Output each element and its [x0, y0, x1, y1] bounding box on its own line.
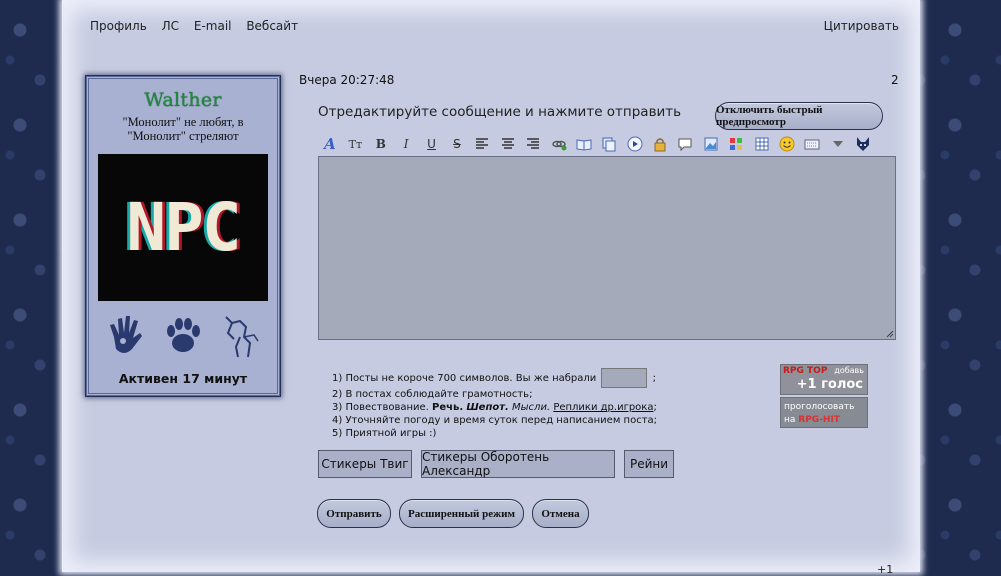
rpg-hit-banner[interactable]: проголосовать на RPG-HIT — [780, 397, 868, 428]
bold-icon[interactable]: B — [371, 135, 391, 153]
more-icon[interactable] — [828, 135, 848, 153]
advanced-mode-button[interactable]: Расширенный режим — [399, 499, 524, 528]
profile-card: Walther "Монолит" не любят, в "Монолит" … — [86, 76, 280, 396]
size-icon[interactable]: Tт — [345, 135, 365, 153]
italic-icon[interactable]: I — [396, 135, 416, 153]
edit-hint: Отредактируйте сообщение и нажмите отпра… — [318, 104, 682, 120]
profile-quote: "Монолит" не любят, в "Монолит" стреляют — [122, 115, 244, 143]
rpg-hit-name: RPG-HIT — [798, 415, 840, 425]
rpg-top-title: RPG TOP — [783, 366, 828, 376]
cancel-button[interactable]: Отмена — [532, 499, 589, 528]
post-time[interactable]: Вчера 20:27:48 — [299, 73, 394, 87]
play-icon[interactable] — [625, 135, 645, 153]
post-links: Профиль ЛС E-mail Вебсайт — [90, 19, 309, 33]
rule-3-whisper: Шепот. — [466, 402, 509, 413]
table-icon[interactable] — [752, 135, 772, 153]
speech-icon[interactable] — [675, 135, 695, 153]
book-icon[interactable] — [574, 135, 594, 153]
keyboard-icon[interactable] — [802, 135, 822, 153]
align-left-icon[interactable] — [472, 135, 492, 153]
strike-icon[interactable]: S — [447, 135, 467, 153]
link-icon[interactable] — [549, 135, 569, 153]
profile-name[interactable]: Walther — [89, 89, 277, 111]
stickers-werewolf-button[interactable]: Стикеры Оборотень Александр — [421, 450, 615, 478]
align-right-icon[interactable] — [523, 135, 543, 153]
hand-icon — [109, 316, 142, 353]
rpg-hit-on: на — [784, 415, 796, 425]
rule-3-speech: Речь. — [432, 402, 464, 413]
char-counter-field[interactable] — [601, 368, 648, 388]
rule-4: 4) Уточняйте погоду и время суток перед … — [332, 415, 658, 426]
profile-badges — [97, 311, 269, 359]
avatar: NPC — [98, 154, 268, 301]
quote-link[interactable]: Цитировать — [824, 19, 899, 33]
wolf-icon — [225, 316, 259, 358]
resize-grip-icon[interactable] — [886, 330, 894, 338]
post-number[interactable]: 2 — [891, 73, 899, 87]
smile-icon[interactable] — [777, 135, 797, 153]
plus-one-counter[interactable]: +1 — [877, 563, 893, 576]
rule-1-text: 1) Посты не короче 700 символов. Вы же н… — [332, 373, 597, 384]
rule-3-text: 3) Повествование. — [332, 402, 433, 413]
wolf-logo-icon[interactable] — [853, 135, 873, 153]
underline-icon[interactable]: U — [422, 135, 442, 153]
rpg-hit-text: проголосовать — [784, 402, 855, 412]
avatar-text: NPC — [126, 189, 241, 266]
stickers-twig-button[interactable]: Стикеры Твиг — [318, 450, 412, 478]
color-icon[interactable] — [726, 135, 746, 153]
rpg-top-add: добавь — [834, 366, 864, 375]
profile-link[interactable]: Профиль — [90, 19, 147, 33]
rule-3-thought: Мысли. — [512, 402, 551, 413]
rpg-top-banner[interactable]: RPG TOP добавь +1 голос — [780, 364, 868, 395]
preview-toggle-button[interactable]: Отключить быстрый предпросмотр — [715, 102, 883, 130]
message-textarea[interactable] — [318, 156, 896, 340]
rule-3-end: ; — [653, 402, 657, 413]
copy-icon[interactable] — [599, 135, 619, 153]
email-link[interactable]: E-mail — [194, 19, 232, 33]
lock-icon[interactable] — [650, 135, 670, 153]
pm-link[interactable]: ЛС — [162, 19, 179, 33]
stickers-rainy-button[interactable]: Рейни — [624, 450, 674, 478]
website-link[interactable]: Вебсайт — [246, 19, 298, 33]
rule-2: 2) В постах соблюдайте грамотность; — [332, 389, 533, 400]
rule-3-replica-link[interactable]: Реплики др.игрока — [553, 402, 653, 413]
activity-status: Активен 17 минут — [118, 371, 248, 386]
font-icon[interactable]: A — [320, 135, 340, 153]
rule-1-end: ; — [652, 373, 657, 384]
editor-toolbar: A Tт B I U S — [320, 134, 879, 154]
send-button[interactable]: Отправить — [317, 499, 391, 528]
rpg-top-vote: +1 голос — [796, 377, 863, 392]
paw-icon — [166, 318, 200, 352]
rule-5: 5) Приятной игры :) — [332, 428, 437, 439]
align-center-icon[interactable] — [498, 135, 518, 153]
image-icon[interactable] — [701, 135, 721, 153]
posting-rules: 1) Посты не короче 700 символов. Вы же н… — [332, 368, 657, 440]
